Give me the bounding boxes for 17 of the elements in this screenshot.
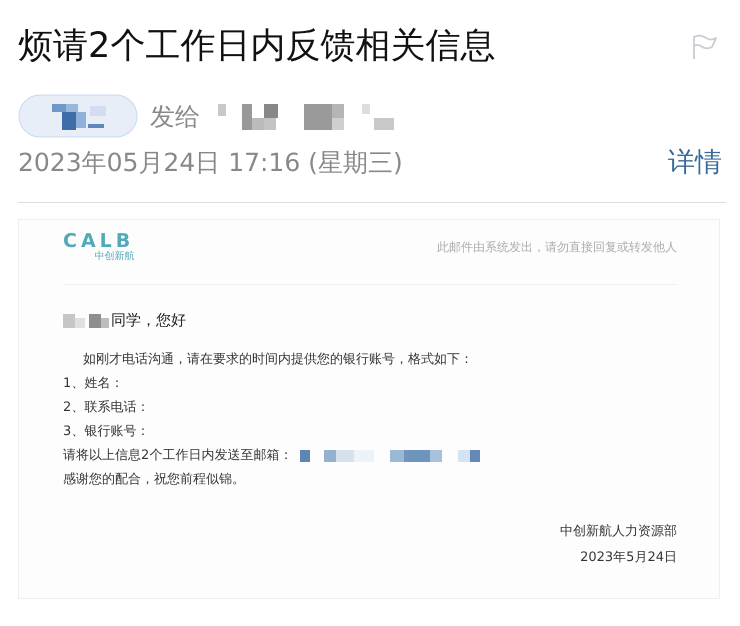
details-link[interactable]: 详情 [668,144,722,180]
signature-date: 2023年5月24日 [580,549,677,566]
signature: 中创新航人力资源部 [560,523,677,540]
sender-avatar-redacted[interactable] [18,94,138,138]
form-item-line: 1、姓名： [63,375,124,393]
form-item-line: 2、联系电话： [63,399,150,417]
company-logo: CALB 中创新航 [63,232,134,262]
email-subject: 烦请2个工作日内反馈相关信息 [18,25,496,68]
name-redacted [63,312,109,330]
closing-text: 感谢您的配合，祝您前程似锦。 [63,471,246,489]
greeting-text: 同学，您好 [111,311,186,330]
sent-date: 2023年05月24日 17:16 (星期三) [18,146,403,178]
recipient-label: 发给 [150,100,200,132]
body-paragraph: 如刚才电话沟通，请在要求的时间内提供您的银行账号，格式如下： [82,351,474,369]
form-item-line: 3、银行账号： [63,423,150,441]
request-text: 请将以上信息2个工作日内发送至邮箱： [63,447,292,465]
system-notice: 此邮件由系统发出，请勿直接回复或转发他人 [437,238,677,256]
